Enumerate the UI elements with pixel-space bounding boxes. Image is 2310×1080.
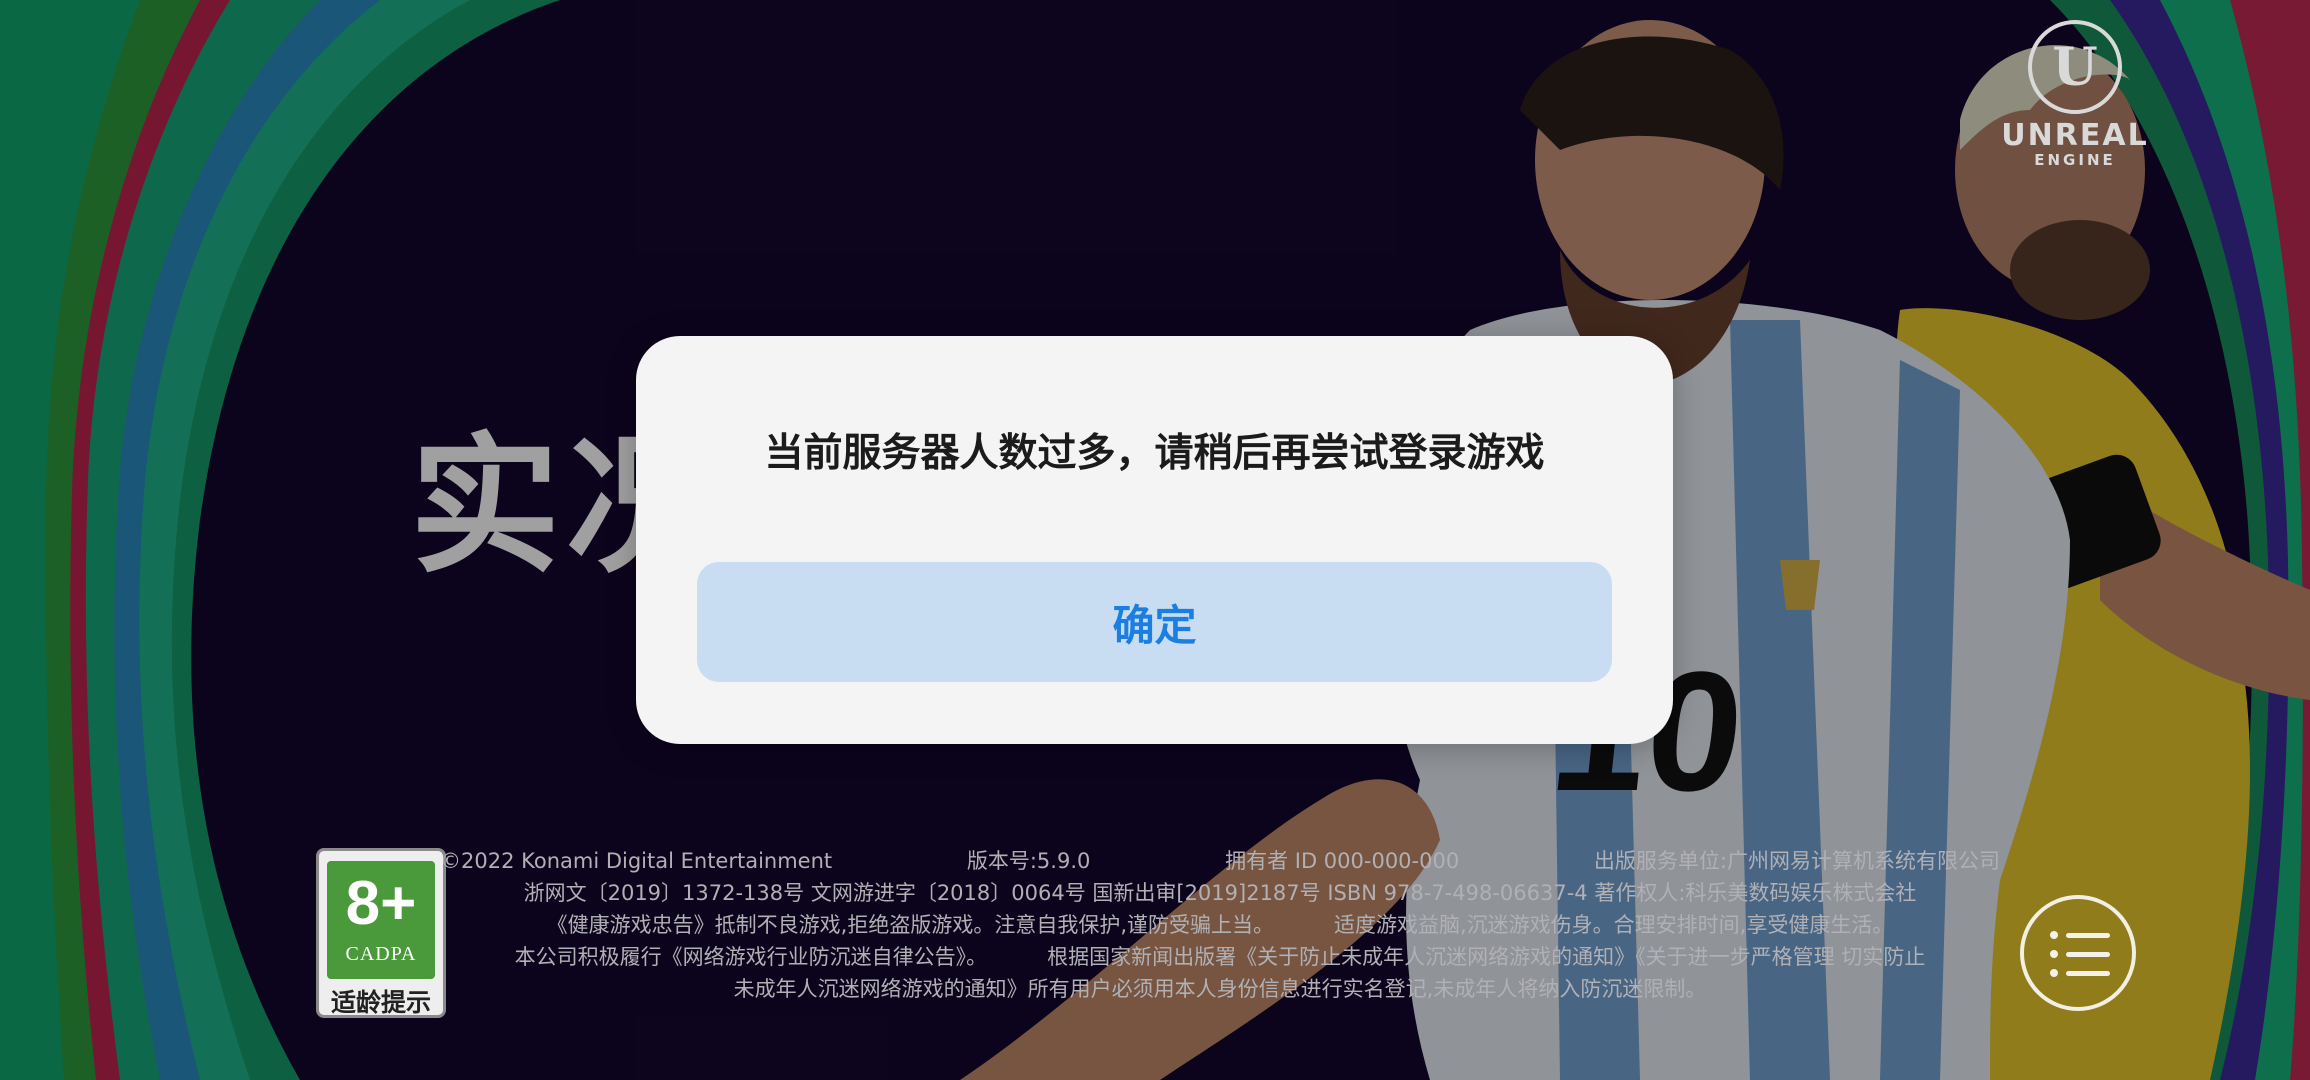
owner-id-text: 拥有者 ID 000-000-000	[1225, 849, 1460, 873]
age-rating-org: CADPA	[345, 943, 417, 965]
confirm-button[interactable]: 确定	[697, 562, 1612, 682]
license-text: 浙网文〔2019〕1372-138号 文网游进字〔2018〕0064号 国新出审…	[523, 881, 1917, 905]
health-notice-text-2: 适度游戏益脑,沉迷游戏伤身。合理安排时间,享受健康生活。	[1334, 913, 1894, 937]
legal-row-4: 本公司积极履行《网络游戏行业防沉迷自律公告》。 根据国家新闻出版署《关于防止未成…	[440, 941, 2000, 973]
age-rating-badge[interactable]: 8+ CADPA 适龄提示	[316, 848, 446, 1018]
age-rating-label: 适龄提示	[330, 988, 431, 1017]
server-busy-dialog: 当前服务器人数过多，请稍后再尝试登录游戏 确定	[636, 336, 1673, 744]
age-rating-panel: 8+ CADPA	[327, 861, 435, 979]
legal-row-5: 未成年人沉迷网络游戏的通知》所有用户必须用本人身份信息进行实名登记,未成年人将纳…	[440, 973, 2000, 1005]
unreal-engine-logo: U UNREAL ENGINE	[1990, 20, 2160, 170]
game-splash-screen: 10 实况 U UNREAL ENGINE 8+ CADPA 适龄提示 ©202…	[0, 0, 2310, 1080]
version-text: 版本号:5.9.0	[966, 849, 1091, 873]
publisher-text: 出版服务单位:广州网易计算机系统有限公司	[1593, 849, 2000, 873]
age-rating-value: 8+	[345, 869, 417, 938]
copyright-text: ©2022 Konami Digital Entertainment	[440, 849, 833, 873]
menu-button[interactable]	[2020, 895, 2136, 1011]
health-notice-text: 《健康游戏忠告》抵制不良游戏,拒绝盗版游戏。注意自我保护,谨防受骗上当。	[546, 913, 1274, 937]
anti-addiction-text-2: 根据国家新闻出版署《关于防止未成年人沉迷网络游戏的通知》《关于进一步严格管理 切…	[1047, 945, 1926, 969]
legal-notice: ©2022 Konami Digital Entertainment 版本号:5…	[440, 845, 2000, 1005]
unreal-engine-icon: U	[2028, 20, 2122, 114]
legal-row-3: 《健康游戏忠告》抵制不良游戏,拒绝盗版游戏。注意自我保护,谨防受骗上当。 适度游…	[440, 909, 2000, 941]
legal-row-1: ©2022 Konami Digital Entertainment 版本号:5…	[440, 845, 2000, 877]
anti-addiction-text-3: 未成年人沉迷网络游戏的通知》所有用户必须用本人身份信息进行实名登记,未成年人将纳…	[733, 977, 1707, 1001]
legal-row-2: 浙网文〔2019〕1372-138号 文网游进字〔2018〕0064号 国新出审…	[440, 877, 2000, 909]
engine-logo-word2: ENGINE	[2034, 151, 2116, 169]
anti-addiction-text-1: 本公司积极履行《网络游戏行业防沉迷自律公告》。	[514, 945, 988, 969]
dialog-message: 当前服务器人数过多，请稍后再尝试登录游戏	[764, 431, 1545, 476]
engine-logo-word1: UNREAL	[2001, 118, 2149, 153]
